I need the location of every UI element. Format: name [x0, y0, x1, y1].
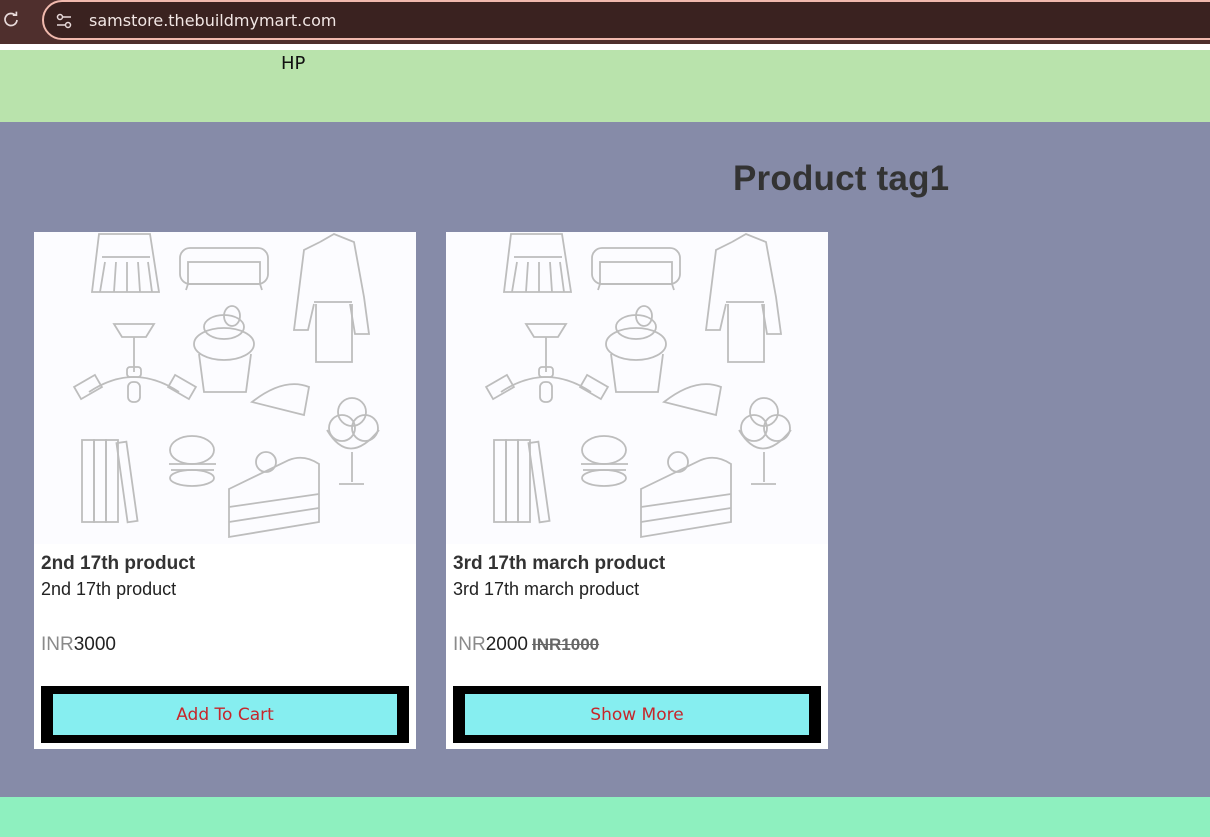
reload-icon[interactable]	[0, 9, 22, 31]
price-currency: INR	[453, 634, 486, 655]
site-header	[0, 50, 1210, 122]
old-price: INR1000	[532, 635, 600, 654]
product-description: 2nd 17th product	[41, 579, 177, 599]
product-title[interactable]: 3rd 17th march product	[453, 553, 665, 575]
price-value: 2000	[485, 634, 529, 655]
site-settings-icon[interactable]	[54, 11, 74, 31]
section-title: Product tag1	[733, 159, 950, 198]
browser-toolbar: samstore.thebuildmymart.com	[0, 0, 1210, 44]
product-image[interactable]	[34, 232, 416, 544]
brand-name[interactable]: HP	[281, 53, 305, 74]
product-description: 3rd 17th march product	[453, 579, 640, 599]
site-footer	[0, 797, 1210, 837]
product-card[interactable]: 3rd 17th march product 3rd 17th march pr…	[446, 232, 828, 749]
url-text[interactable]: samstore.thebuildmymart.com	[89, 10, 336, 32]
product-image[interactable]	[446, 232, 828, 544]
button-frame: Add To Cart	[41, 686, 409, 743]
button-frame: Show More	[453, 686, 821, 743]
product-price: INR2000 INR1000	[453, 634, 599, 656]
add-to-cart-button[interactable]: Add To Cart	[53, 694, 397, 735]
product-price: INR3000	[41, 634, 116, 656]
show-more-button[interactable]: Show More	[465, 694, 809, 735]
price-currency: INR	[41, 634, 74, 655]
product-title[interactable]: 2nd 17th product	[41, 553, 195, 575]
price-value: 3000	[73, 634, 117, 655]
product-card[interactable]: 2nd 17th product 2nd 17th product INR300…	[34, 232, 416, 749]
